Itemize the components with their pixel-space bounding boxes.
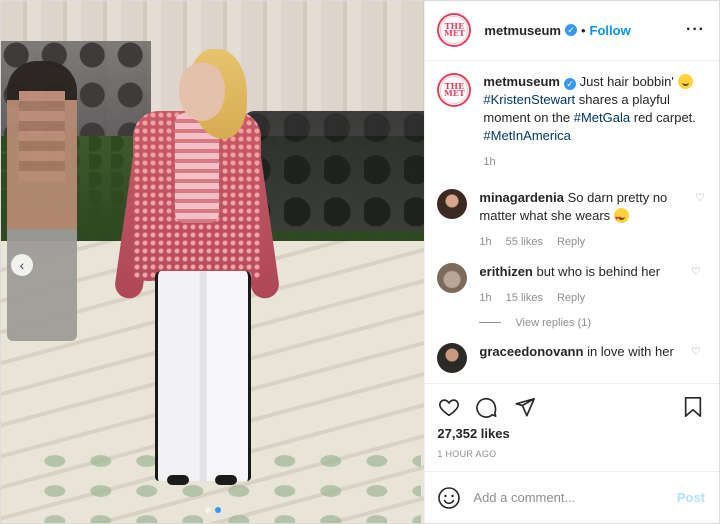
caption-avatar[interactable]: THE MET bbox=[437, 72, 472, 107]
figure-shoe-left bbox=[167, 475, 189, 485]
caption-text-post: red carpet. bbox=[633, 109, 696, 125]
comment-username[interactable]: graceedonovann bbox=[479, 344, 583, 359]
post-caption: THE MET metmuseum ✓ Just hair bobbin' #Kri… bbox=[437, 72, 705, 171]
comment: graceedonovann in love with her ♡ bbox=[437, 342, 705, 373]
comment-body: erithizen but who is behind her 1h 15 li… bbox=[479, 263, 685, 307]
instagram-post: ‹ THE MET metmuseum ✓ • Follow ··· THE MET… bbox=[0, 0, 720, 524]
met-logo: THE MET bbox=[440, 16, 469, 45]
replies-line bbox=[479, 322, 502, 324]
comment: erithizen but who is behind her 1h 15 li… bbox=[437, 262, 705, 307]
bookmark-icon[interactable] bbox=[681, 395, 705, 419]
hashtag-theme[interactable]: #MetInAmerica bbox=[483, 128, 570, 143]
like-heart-icon[interactable] bbox=[437, 395, 461, 419]
caption-meta: 1h bbox=[483, 153, 705, 171]
caption-body: metmuseum ✓ Just hair bobbin' #KristenSte… bbox=[483, 73, 705, 171]
post-actions: 27,352 likes 1 HOUR AGO bbox=[425, 383, 719, 471]
comment-input[interactable]: Add a comment... bbox=[473, 490, 575, 505]
carousel-prev-icon[interactable]: ‹ bbox=[11, 254, 33, 276]
share-icon[interactable] bbox=[513, 395, 537, 419]
carousel-dot-active bbox=[214, 507, 221, 513]
separator-dot: • bbox=[580, 22, 586, 38]
hashtag-person[interactable]: #KristenStewart bbox=[483, 92, 575, 107]
commenter-avatar[interactable] bbox=[437, 262, 468, 293]
view-replies-label: View replies (1) bbox=[515, 316, 592, 329]
smile-emoji-icon bbox=[677, 73, 693, 89]
commenter-avatar[interactable] bbox=[437, 342, 468, 373]
comment-text: in love with her bbox=[587, 343, 674, 359]
post-header: THE MET metmuseum ✓ • Follow ··· bbox=[425, 1, 719, 61]
comment-time: 1h bbox=[479, 235, 492, 248]
carousel-dots bbox=[1, 507, 424, 513]
more-options-icon[interactable]: ··· bbox=[686, 21, 705, 39]
comment-username[interactable]: minagardenia bbox=[479, 190, 564, 205]
photo-blurred-person bbox=[7, 61, 77, 341]
verified-icon: ✓ bbox=[564, 24, 577, 37]
post-photo[interactable]: ‹ bbox=[1, 1, 425, 523]
photo-photographers bbox=[244, 111, 425, 231]
reply-button[interactable]: Reply bbox=[557, 289, 585, 307]
hashtag-event[interactable]: #MetGala bbox=[574, 110, 630, 125]
like-count[interactable]: 27,352 likes bbox=[437, 426, 705, 441]
comment-like-icon[interactable]: ♡ bbox=[691, 265, 705, 278]
comments-list[interactable]: THE MET metmuseum ✓ Just hair bobbin' #Kri… bbox=[425, 61, 719, 384]
comment-like-icon[interactable]: ♡ bbox=[691, 345, 705, 358]
comment-likes[interactable]: 15 likes bbox=[506, 289, 543, 307]
comment-body: graceedonovann in love with her bbox=[479, 343, 685, 361]
caption-text-pre: Just hair bobbin' bbox=[579, 73, 674, 89]
post-time: 1 HOUR AGO bbox=[437, 449, 497, 460]
verified-icon: ✓ bbox=[563, 77, 576, 90]
comment-icon[interactable] bbox=[475, 395, 499, 419]
follow-button[interactable]: Follow bbox=[590, 23, 631, 38]
account-username[interactable]: metmuseum bbox=[484, 23, 561, 38]
comment-time: 1h bbox=[479, 291, 492, 304]
account-avatar[interactable]: THE MET bbox=[437, 13, 472, 48]
heart-eyes-emoji-icon bbox=[613, 207, 629, 228]
post-side-panel: THE MET metmuseum ✓ • Follow ··· THE MET m… bbox=[424, 1, 719, 523]
comment-text: but who is behind her bbox=[536, 263, 661, 279]
figure-face bbox=[179, 63, 225, 121]
figure-pants bbox=[155, 271, 251, 481]
comment-likes[interactable]: 55 likes bbox=[506, 233, 543, 251]
comment-like-icon[interactable]: ♡ bbox=[695, 191, 705, 204]
post-comment-button[interactable]: Post bbox=[677, 490, 705, 505]
caption-time: 1h bbox=[483, 155, 496, 168]
comment-meta: 1h 15 likes Reply bbox=[479, 289, 685, 307]
caption-username[interactable]: metmuseum bbox=[483, 74, 560, 89]
commenter-avatar[interactable] bbox=[437, 188, 468, 219]
add-comment-bar: Add a comment... Post bbox=[425, 471, 719, 523]
figure-shoe-right bbox=[215, 475, 237, 485]
emoji-icon[interactable] bbox=[437, 486, 461, 510]
action-icons bbox=[437, 392, 705, 422]
met-logo: THE MET bbox=[440, 75, 469, 104]
view-replies-button[interactable]: View replies (1) bbox=[479, 317, 705, 329]
comment-username[interactable]: erithizen bbox=[479, 264, 532, 279]
reply-button[interactable]: Reply bbox=[557, 233, 585, 251]
carousel-dot bbox=[204, 507, 211, 513]
comment-meta: 1h 55 likes Reply bbox=[479, 233, 689, 251]
comment-body: minagardenia So darn pretty no matter wh… bbox=[479, 189, 689, 251]
photo-main-person bbox=[113, 49, 281, 489]
comment: minagardenia So darn pretty no matter wh… bbox=[437, 188, 705, 251]
